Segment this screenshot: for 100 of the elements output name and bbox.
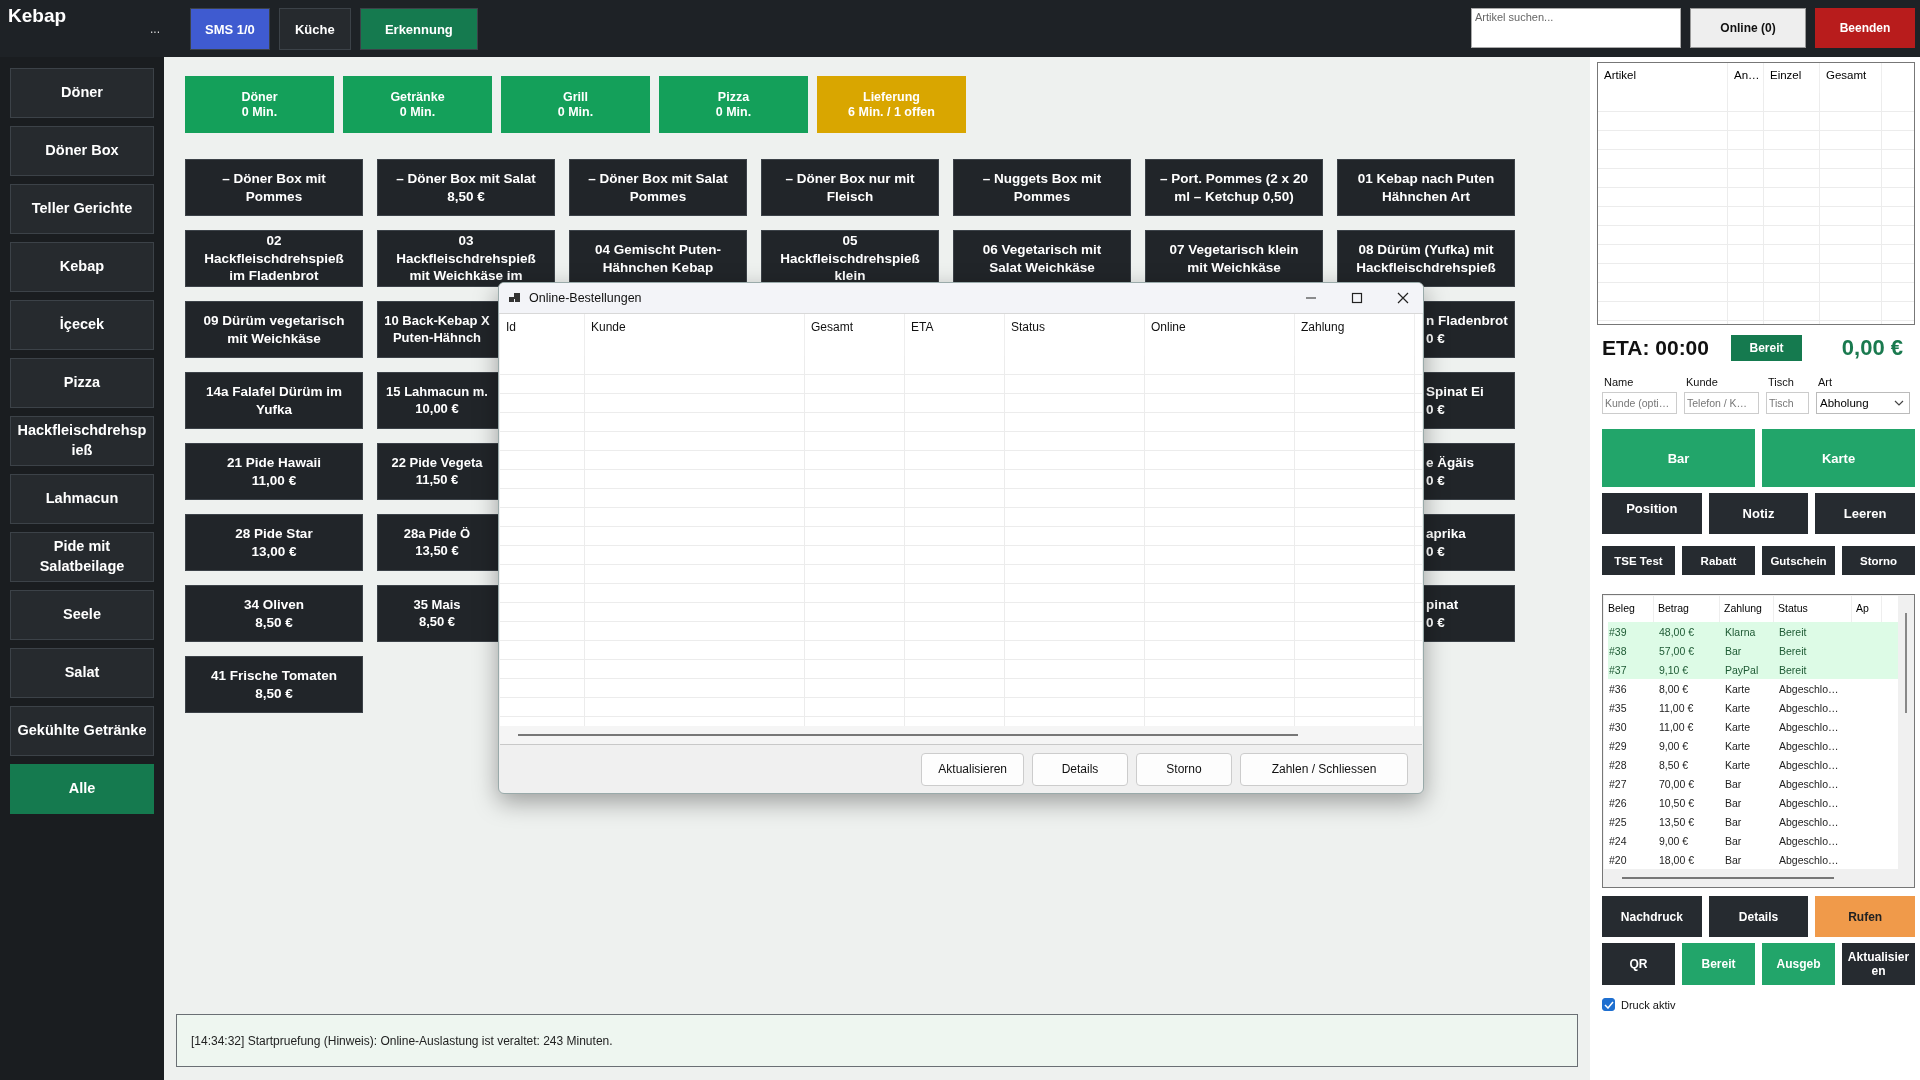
dropdown[interactable]: Abholung <box>1816 392 1910 414</box>
receipt-row[interactable]: #29 9,00 € Karte Abgeschlo… <box>1608 736 1898 755</box>
action-button[interactable]: Storno <box>1842 546 1915 575</box>
product-tile[interactable]: 28 Pide Star 13,00 € <box>185 514 363 571</box>
order-total: 0,00 € <box>1841 335 1903 361</box>
input-field[interactable]: Tisch <box>1766 392 1809 414</box>
receipt-row[interactable]: #30 11,00 € Karte Abgeschlo… <box>1608 717 1898 736</box>
field-label: Art <box>1817 376 1834 388</box>
checkbox[interactable] <box>1602 998 1615 1011</box>
receipt-row[interactable]: #35 11,00 € Karte Abgeschlo… <box>1608 698 1898 717</box>
table-cell-text: #38 <box>1608 644 1628 657</box>
column-header[interactable]: Gesamt <box>1826 69 1867 81</box>
category-button[interactable]: Döner <box>10 68 154 118</box>
category-button[interactable]: Kebap <box>10 242 154 292</box>
online-button[interactable]: Online (0) <box>1690 8 1806 48</box>
product-tile[interactable]: – Döner Box nur mit Fleisch <box>761 159 939 216</box>
table-cell-text: 10,50 € <box>1658 796 1696 809</box>
column-header[interactable]: Online <box>1151 320 1186 334</box>
product-tile[interactable]: – Döner Box mit Salat 8,50 € <box>377 159 555 216</box>
category-button[interactable]: Hackfleischdrehspieß <box>10 416 154 466</box>
product-tile[interactable]: 41 Frische Tomaten 8,50 € <box>185 656 363 713</box>
column-header[interactable]: An… <box>1734 69 1760 81</box>
category-button[interactable]: Salat <box>10 648 154 698</box>
category-button[interactable]: Gekühlte Getränke <box>10 706 154 756</box>
category-button[interactable]: Pide mit Salatbeilage <box>10 532 154 582</box>
toolbar-button[interactable]: Küche <box>278 8 351 50</box>
close-icon[interactable] <box>1397 292 1409 304</box>
product-tile[interactable]: 14a Falafel Dürüm im Yufka <box>185 372 363 429</box>
column-header[interactable]: Beleg <box>1608 602 1635 614</box>
dialog-button[interactable]: Details <box>1032 752 1128 786</box>
receipt-row[interactable]: #39 48,00 € Klarna Bereit <box>1608 622 1898 641</box>
table-cell-text: #28 <box>1608 758 1628 771</box>
column-header[interactable]: Zahlung <box>1724 602 1762 614</box>
receipt-button[interactable]: Nachdruck <box>1602 896 1702 937</box>
column-header[interactable]: Gesamt <box>811 320 853 334</box>
column-header[interactable]: Status <box>1778 602 1808 614</box>
category-button[interactable]: Teller Gerichte <box>10 184 154 234</box>
product-tile[interactable]: 21 Pide Hawaii 11,00 € <box>185 443 363 500</box>
category-button[interactable]: Seele <box>10 590 154 640</box>
product-tile[interactable]: – Port. Pommes (2 x 20 ml – Ketchup 0,50) <box>1145 159 1323 216</box>
product-tile[interactable]: 02 Hackfleischdrehspieß im Fladenbrot <box>185 230 363 287</box>
maximize-icon[interactable] <box>1351 292 1363 304</box>
action-button[interactable]: Rabatt <box>1682 546 1755 575</box>
product-tile[interactable]: – Döner Box mit Pommes <box>185 159 363 216</box>
product-tile[interactable]: – Nuggets Box mit Pommes <box>953 159 1131 216</box>
table-cell-text: Bar <box>1724 644 1743 657</box>
action-button[interactable]: Position <box>1602 493 1702 534</box>
status-message: [14:34:32] Startpruefung (Hinweis): Online-Auslastung ist veraltet: 243 Minuten. <box>176 1014 1578 1067</box>
receipt-row[interactable]: #20 18,00 € Bar Abgeschlo… <box>1608 850 1898 869</box>
search-field[interactable]: Artikel suchen... <box>1471 8 1681 48</box>
column-header[interactable]: Artikel <box>1604 69 1636 81</box>
receipt-button[interactable]: Details <box>1708 896 1809 937</box>
table-cell-text: 57,00 € <box>1658 644 1696 657</box>
category-button[interactable]: Döner Box <box>10 126 154 176</box>
column-header[interactable]: Status <box>1011 320 1046 334</box>
input-field[interactable]: Kunde (opti… <box>1602 392 1677 414</box>
receipt-row[interactable]: #25 13,50 € Bar Abgeschlo… <box>1608 812 1898 831</box>
product-tile[interactable]: 08 Dürüm (Yufka) mit Hackfleischdrehspieß <box>1337 230 1515 287</box>
action-button[interactable]: Notiz <box>1708 493 1809 534</box>
receipt-row[interactable]: #28 8,50 € Karte Abgeschlo… <box>1608 755 1898 774</box>
product-tile[interactable]: – Döner Box mit Salat Pommes <box>569 159 747 216</box>
toolbar-button[interactable]: SMS 1/0 <box>190 8 270 50</box>
product-tile[interactable]: 03 Hackfleischdrehspieß mit Weichkäse im <box>377 230 555 287</box>
scrollbar[interactable] <box>518 734 1298 736</box>
category-button[interactable]: Alle <box>10 764 154 814</box>
column-header[interactable]: ETA <box>911 320 934 334</box>
ready-button[interactable]: Bereit <box>1731 335 1802 361</box>
receipt-row[interactable]: #27 70,00 € Bar Abgeschlo… <box>1608 774 1898 793</box>
input-field[interactable]: Telefon / K… <box>1684 392 1759 414</box>
scrollbar[interactable] <box>1622 877 1834 879</box>
category-button[interactable]: İçecek <box>10 300 154 350</box>
product-tile[interactable]: 09 Dürüm vegetarisch mit Weichkäse <box>185 301 363 358</box>
exit-button[interactable]: Beenden <box>1815 8 1915 48</box>
receipt-row[interactable]: #24 9,00 € Bar Abgeschlo… <box>1608 831 1898 850</box>
column-header[interactable]: Einzel <box>1770 69 1802 81</box>
column-header[interactable]: Id <box>506 320 516 334</box>
more-button[interactable]: ... <box>150 22 160 36</box>
toolbar-button[interactable]: Erkennung <box>359 8 478 50</box>
product-tile[interactable]: 01 Kebap nach Puten Hähnchen Art <box>1337 159 1515 216</box>
action-button[interactable]: Leeren <box>1815 493 1915 534</box>
category-button[interactable]: Lahmacun <box>10 474 154 524</box>
category-button[interactable]: Pizza <box>10 358 154 408</box>
dialog-button[interactable]: Storno <box>1136 752 1232 786</box>
receipt-button[interactable]: Aktualisieren <box>1842 943 1915 985</box>
product-tile[interactable]: 34 Oliven 8,50 € <box>185 585 363 642</box>
column-header[interactable]: Betrag <box>1658 602 1689 614</box>
receipt-button[interactable]: Rufen <box>1815 896 1915 937</box>
action-button[interactable]: TSE Test <box>1602 546 1675 575</box>
receipt-row[interactable]: #38 57,00 € Bar Bereit <box>1608 641 1898 660</box>
receipt-button[interactable]: QR <box>1602 943 1675 985</box>
dialog-button[interactable]: Aktualisieren <box>921 752 1024 786</box>
receipt-row[interactable]: #26 10,50 € Bar Abgeschlo… <box>1608 793 1898 812</box>
dialog-button[interactable]: Zahlen / Schliessen <box>1240 752 1408 786</box>
scrollbar[interactable] <box>1905 613 1907 713</box>
table-cell-text: Bar <box>1724 853 1743 866</box>
receipt-row[interactable]: #36 8,00 € Karte Abgeschlo… <box>1608 679 1898 698</box>
receipt-row[interactable]: #37 9,10 € PayPal Bereit <box>1608 660 1898 679</box>
action-button[interactable]: Gutschein <box>1762 546 1835 575</box>
column-header[interactable]: Kunde <box>591 320 626 334</box>
column-header[interactable]: Ap <box>1856 602 1869 614</box>
